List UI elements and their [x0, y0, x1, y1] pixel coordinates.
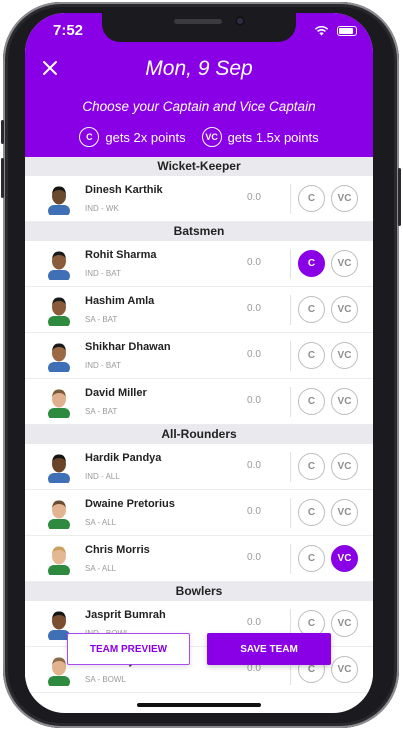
- vice-captain-toggle-button[interactable]: VC: [331, 250, 358, 277]
- captain-toggle-button[interactable]: C: [298, 545, 325, 572]
- bottom-action-bar: TEAM PREVIEW SAVE TEAM: [25, 633, 373, 667]
- vice-captain-toggle-button[interactable]: VC: [331, 453, 358, 480]
- player-name: Shikhar Dhawan: [85, 341, 171, 353]
- row-divider: [290, 184, 291, 214]
- player-row: Dinesh Karthik IND - WK 0.0 C VC: [25, 176, 373, 222]
- vice-captain-toggle-button[interactable]: VC: [331, 296, 358, 323]
- row-divider: [290, 452, 291, 482]
- player-points: 0.0: [247, 192, 261, 203]
- player-avatar: [48, 500, 70, 529]
- power-button: [398, 168, 401, 226]
- player-row: Rohit Sharma IND - BAT 0.0 C VC: [25, 241, 373, 287]
- volume-down-button: [1, 158, 4, 198]
- captain-toggle-button[interactable]: C: [298, 388, 325, 415]
- captain-toggle-button[interactable]: C: [298, 296, 325, 323]
- player-team-role: IND - BAT: [85, 361, 121, 370]
- vice-captain-legend-text: gets 1.5x points: [227, 129, 319, 145]
- player-name: David Miller: [85, 387, 147, 399]
- player-row: Dwaine Pretorius SA - ALL 0.0 C VC: [25, 490, 373, 536]
- battery-icon: [337, 25, 357, 36]
- player-team-role: SA - BAT: [85, 315, 118, 324]
- player-avatar: [48, 546, 70, 575]
- captain-badge-icon: C: [79, 127, 100, 147]
- player-row: Chris Morris SA - ALL 0.0 C VC: [25, 536, 373, 582]
- captain-toggle-button[interactable]: C: [298, 185, 325, 212]
- player-points: 0.0: [247, 460, 261, 471]
- vice-captain-toggle-button[interactable]: VC: [331, 342, 358, 369]
- player-team-role: SA - BAT: [85, 407, 118, 416]
- player-points: 0.0: [247, 349, 261, 360]
- player-points: 0.0: [247, 395, 261, 406]
- player-name: Jasprit Bumrah: [85, 609, 166, 621]
- player-points: 0.0: [247, 303, 261, 314]
- notch: [102, 13, 296, 42]
- header: 7:52 Mon, 9 Sep Choose your Captain and …: [25, 13, 373, 157]
- front-camera: [235, 16, 245, 26]
- row-divider: [290, 341, 291, 371]
- instruction-text: Choose your Captain and Vice Captain: [82, 99, 316, 114]
- vice-captain-legend: VC gets 1.5x points: [201, 127, 319, 147]
- player-team-role: IND - ALL: [85, 472, 120, 481]
- row-divider: [290, 295, 291, 325]
- player-avatar: [48, 454, 70, 483]
- status-time: 7:52: [53, 22, 84, 39]
- vice-captain-toggle-button[interactable]: VC: [331, 499, 358, 526]
- home-indicator: [137, 703, 261, 707]
- player-avatar: [48, 343, 70, 372]
- row-divider: [290, 249, 291, 279]
- row-divider: [290, 387, 291, 417]
- player-team-role: IND - BAT: [85, 269, 121, 278]
- player-name: Chris Morris: [85, 544, 150, 556]
- speaker-grille: [174, 19, 222, 24]
- status-icons: [314, 25, 357, 36]
- player-avatar: [48, 251, 70, 280]
- captain-legend-text: gets 2x points: [105, 129, 186, 145]
- captain-toggle-button[interactable]: C: [298, 453, 325, 480]
- player-row: Hardik Pandya IND - ALL 0.0 C VC: [25, 444, 373, 490]
- row-divider: [290, 498, 291, 528]
- player-list[interactable]: Wicket-Keeper Dinesh Karthik IND - WK 0.…: [25, 157, 373, 693]
- captain-toggle-button[interactable]: C: [298, 250, 325, 277]
- player-team-role: IND - WK: [85, 204, 119, 213]
- section-header: All-Rounders: [25, 425, 373, 444]
- captain-legend: C gets 2x points: [79, 127, 186, 147]
- section-header: Bowlers: [25, 582, 373, 601]
- player-team-role: SA - BOWL: [85, 675, 126, 684]
- save-team-button[interactable]: SAVE TEAM: [207, 633, 331, 665]
- player-team-role: SA - ALL: [85, 564, 117, 573]
- captain-toggle-button[interactable]: C: [298, 342, 325, 369]
- player-avatar: [48, 297, 70, 326]
- player-name: Dwaine Pretorius: [85, 498, 175, 510]
- player-row: David Miller SA - BAT 0.0 C VC: [25, 379, 373, 425]
- points-legend: C gets 2x points VC gets 1.5x points: [25, 127, 373, 147]
- vice-captain-toggle-button[interactable]: VC: [331, 185, 358, 212]
- player-points: 0.0: [247, 617, 261, 628]
- vice-captain-toggle-button[interactable]: VC: [331, 388, 358, 415]
- player-name: Rohit Sharma: [85, 249, 157, 261]
- team-preview-button[interactable]: TEAM PREVIEW: [67, 633, 190, 665]
- app-screen: 7:52 Mon, 9 Sep Choose your Captain and …: [25, 13, 373, 713]
- player-row: Hashim Amla SA - BAT 0.0 C VC: [25, 287, 373, 333]
- volume-up-button: [1, 120, 4, 144]
- wifi-icon: [314, 25, 329, 36]
- player-team-role: SA - ALL: [85, 518, 117, 527]
- player-avatar: [48, 389, 70, 418]
- section-header: Wicket-Keeper: [25, 157, 373, 176]
- player-points: 0.0: [247, 552, 261, 563]
- player-name: Dinesh Karthik: [85, 184, 163, 196]
- player-avatar: [48, 186, 70, 215]
- section-header: Batsmen: [25, 222, 373, 241]
- player-row: Shikhar Dhawan IND - BAT 0.0 C VC: [25, 333, 373, 379]
- captain-toggle-button[interactable]: C: [298, 499, 325, 526]
- player-points: 0.0: [247, 257, 261, 268]
- row-divider: [290, 544, 291, 574]
- player-points: 0.0: [247, 506, 261, 517]
- vice-captain-badge-icon: VC: [201, 127, 222, 147]
- vice-captain-toggle-button[interactable]: VC: [331, 545, 358, 572]
- player-name: Hashim Amla: [85, 295, 155, 307]
- match-date-title: Mon, 9 Sep: [145, 57, 253, 80]
- player-name: Hardik Pandya: [85, 452, 162, 464]
